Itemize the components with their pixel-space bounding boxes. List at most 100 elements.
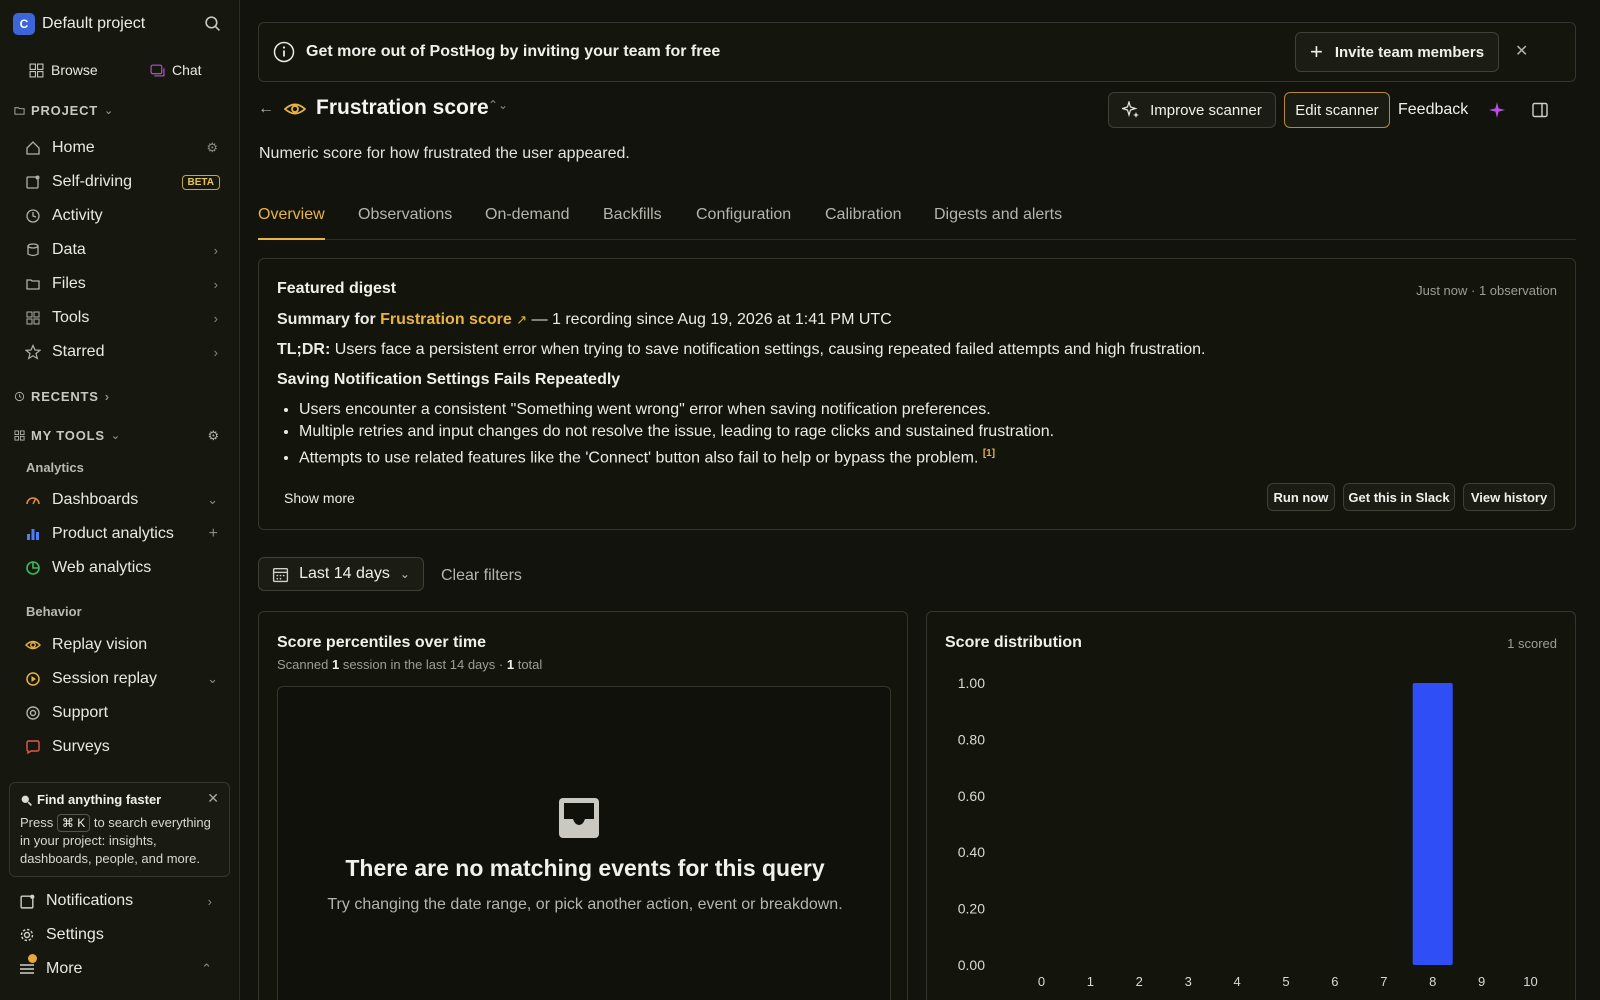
tab-backfills[interactable]: Backfills <box>603 206 662 240</box>
x-tick-label: 9 <box>1478 974 1485 989</box>
sidebar-item-surveys[interactable]: Surveys <box>24 732 224 762</box>
project-section-label: PROJECT <box>31 103 99 118</box>
digest-bullet: Users encounter a consistent "Something … <box>299 399 1054 421</box>
chat-label: Chat <box>172 62 202 78</box>
gear-icon[interactable]: ⚙ <box>208 428 220 444</box>
tab-digests-and-alerts[interactable]: Digests and alerts <box>934 206 1062 240</box>
browse-label: Browse <box>51 62 98 78</box>
chevron-up-icon: ⌃ <box>201 961 212 976</box>
ai-sparkle-icon[interactable] <box>1488 101 1506 119</box>
project-name: Default project <box>42 15 146 32</box>
run-now-button[interactable]: Run now <box>1267 483 1335 511</box>
recents-section-toggle[interactable]: RECENTS › <box>14 389 110 404</box>
tools-grid-icon <box>24 309 42 327</box>
feedback-button[interactable]: Feedback <box>1398 101 1468 119</box>
behavior-group-label: Behavior <box>26 604 82 619</box>
home-icon <box>24 139 42 157</box>
settings-cog-icon[interactable]: ⚙ <box>206 140 218 156</box>
chevron-right-icon: › <box>207 893 212 909</box>
subtitle-mid: session in the last 14 days · <box>342 657 504 672</box>
sidebar-item-self-driving[interactable]: Self-driving BETA <box>24 167 224 197</box>
lifebuoy-icon <box>24 704 42 722</box>
distribution-bar[interactable] <box>1412 683 1453 965</box>
sidebar-item-settings[interactable]: Settings <box>18 920 218 950</box>
sidebar-item-home[interactable]: Home ⚙ <box>24 133 224 163</box>
sidebar-item-dashboards[interactable]: Dashboards ⌄ <box>24 485 224 515</box>
scanner-link[interactable]: Frustration score <box>380 311 512 328</box>
digest-section-title: Saving Notification Settings Fails Repea… <box>277 371 621 388</box>
chat-button[interactable]: Chat <box>150 60 202 80</box>
grid-icon <box>29 63 44 78</box>
close-icon[interactable]: ✕ <box>207 789 219 807</box>
show-more-button[interactable]: Show more <box>284 490 355 506</box>
tab-overview[interactable]: Overview <box>258 206 325 240</box>
sidebar-item-activity[interactable]: Activity <box>24 201 224 231</box>
clear-filters-button[interactable]: Clear filters <box>441 567 522 585</box>
chevron-down-icon[interactable]: ⌄ <box>207 492 218 508</box>
sidebar-item-product-analytics[interactable]: Product analytics + <box>24 519 224 549</box>
plus-icon[interactable]: + <box>209 525 218 543</box>
sidebar-item-label: Product analytics <box>52 525 174 542</box>
sidebar-item-data[interactable]: Data › <box>24 235 224 265</box>
sidebar-item-label: Support <box>52 704 109 721</box>
expand-toggle-icon[interactable]: ⌃⌄ <box>488 98 508 112</box>
folder-open-icon <box>24 275 42 293</box>
chevron-down-icon: ⌄ <box>399 567 410 581</box>
project-switcher[interactable]: C Default project <box>13 13 145 35</box>
info-icon <box>273 41 295 63</box>
tab-calibration[interactable]: Calibration <box>825 206 901 240</box>
sidebar-item-tools[interactable]: Tools › <box>24 303 224 333</box>
tldr-text: Users face a persistent error when tryin… <box>334 341 1206 358</box>
featured-digest-card: Featured digest Just now · 1 observation… <box>258 258 1576 530</box>
back-arrow-icon[interactable]: ← <box>258 100 274 118</box>
sidebar-item-session-replay[interactable]: Session replay ⌄ <box>24 664 224 694</box>
sidebar-item-replay-vision[interactable]: Replay vision <box>24 630 224 660</box>
project-section-toggle[interactable]: PROJECT ⌄ <box>14 103 114 118</box>
tab-configuration[interactable]: Configuration <box>696 206 791 240</box>
browse-button[interactable]: Browse <box>29 60 98 80</box>
sidebar-item-starred[interactable]: Starred › <box>24 337 224 367</box>
beta-badge: BETA <box>181 174 220 190</box>
sidebar-item-label: Self-driving <box>52 173 133 190</box>
improve-scanner-button[interactable]: Improve scanner <box>1108 92 1276 128</box>
chevron-right-icon: › <box>213 310 218 326</box>
sidebar-item-label: Notifications <box>46 892 134 909</box>
sidebar-item-web-analytics[interactable]: Web analytics <box>24 553 224 583</box>
y-tick-label: 0.40 <box>958 844 985 860</box>
get-in-slack-button[interactable]: Get this in Slack <box>1343 483 1455 511</box>
sidebar-item-support[interactable]: Support <box>24 698 224 728</box>
tab-on-demand[interactable]: On-demand <box>485 206 570 240</box>
invite-team-button[interactable]: + Invite team members <box>1295 32 1499 72</box>
sidebar-item-label: Session replay <box>52 670 157 687</box>
sidebar-item-more[interactable]: More ⌃ <box>18 954 218 984</box>
sidebar: C Default project Browse Chat PROJECT ⌄ … <box>0 0 240 1000</box>
invite-banner: Get more out of PostHog by inviting your… <box>258 22 1576 82</box>
chevron-right-icon: › <box>213 242 218 258</box>
edit-scanner-button[interactable]: Edit scanner <box>1284 92 1390 128</box>
citation-footnote[interactable]: [1] <box>983 448 995 459</box>
tab-observations[interactable]: Observations <box>358 206 452 240</box>
bullet-text: Attempts to use related features like th… <box>299 449 979 467</box>
digest-bullet: Multiple retries and input changes do no… <box>299 421 1054 443</box>
close-icon[interactable]: ✕ <box>1515 41 1528 61</box>
external-link-icon[interactable]: ↗ <box>516 312 527 327</box>
magnifier-icon <box>20 794 33 807</box>
y-tick-label: 1.00 <box>958 675 985 691</box>
chevron-down-icon[interactable]: ⌄ <box>207 671 218 687</box>
y-tick-label: 0.20 <box>958 901 985 917</box>
sidebar-item-notifications[interactable]: Notifications › <box>18 886 218 916</box>
digest-heading: Featured digest <box>277 280 397 297</box>
side-panel-icon[interactable] <box>1532 102 1548 118</box>
date-range-select[interactable]: Last 14 days ⌄ <box>258 557 424 591</box>
view-history-button[interactable]: View history <box>1463 483 1555 511</box>
gear-icon <box>18 926 36 944</box>
search-icon[interactable] <box>204 15 221 32</box>
x-tick-label: 5 <box>1282 974 1289 989</box>
my-tools-section-toggle[interactable]: MY TOOLS ⌄ ⚙ <box>14 428 220 443</box>
recents-section-label: RECENTS <box>31 389 99 404</box>
distribution-card: Score distribution 1 scored 1.00 0.80 0.60… <box>926 611 1576 1000</box>
dashboard-gauge-icon <box>24 491 42 509</box>
sidebar-item-label: Data <box>52 241 86 258</box>
eye-icon <box>24 636 42 654</box>
sidebar-item-files[interactable]: Files › <box>24 269 224 299</box>
